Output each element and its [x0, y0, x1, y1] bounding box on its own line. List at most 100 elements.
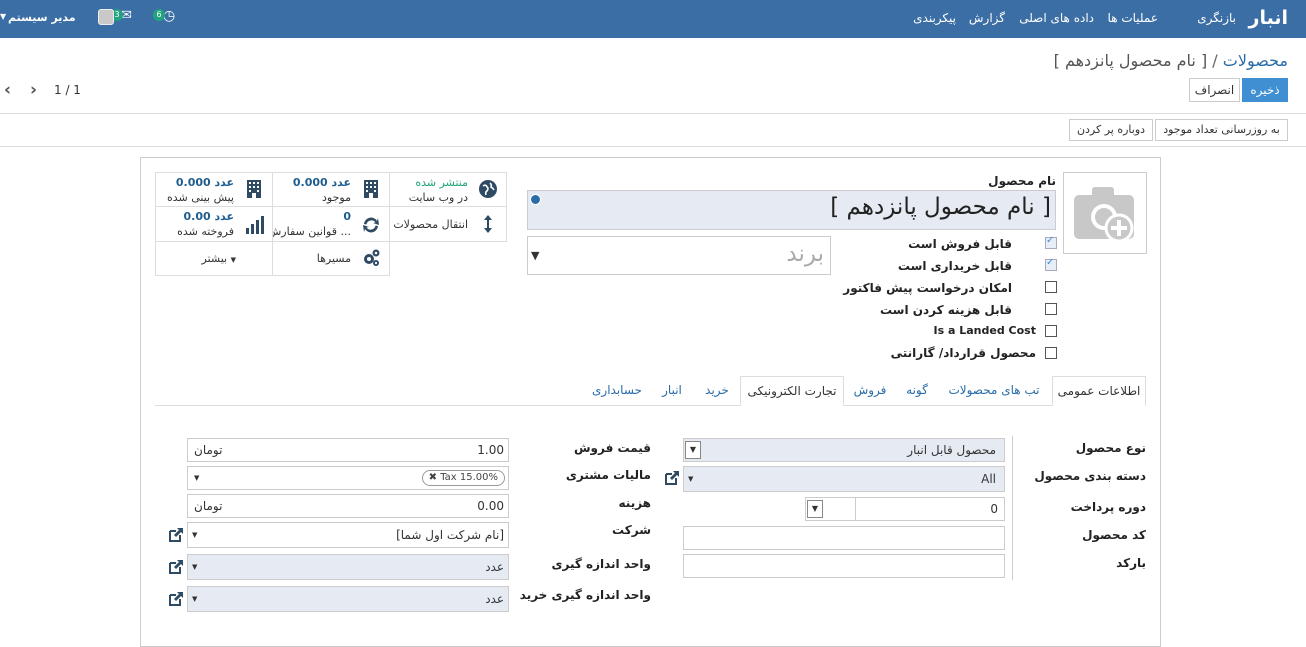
update-quantity-button[interactable]: به روزرسانی تعداد موجود	[1155, 119, 1288, 141]
checkbox-label-expensable: قابل هزینه کردن است	[879, 303, 1012, 317]
breadcrumb: محصولات / [ نام محصول پانزدهم ]	[1054, 51, 1288, 70]
tab-variants[interactable]: گونه	[898, 376, 936, 406]
transfers-label: انتقال محصولات	[393, 218, 468, 231]
pager-prev-icon[interactable]: ‹	[4, 80, 11, 100]
cost-input[interactable]: 0.00 تومان	[187, 494, 509, 518]
caret-down-icon: ▼	[192, 531, 198, 539]
payment-term-input[interactable]: 0	[855, 497, 1005, 521]
company-label: شرکت	[612, 523, 651, 537]
pager-next-icon[interactable]: ›	[30, 80, 37, 100]
caret-down-icon: ▼	[531, 249, 540, 262]
smart-reorder-rules[interactable]: 0 قوانین سفارش ...	[268, 206, 390, 242]
product-code-input[interactable]	[683, 526, 1005, 550]
checkbox-label-quotation: امکان درخواست پیش فاکتور	[843, 281, 1012, 295]
tab-product-tabs[interactable]: تب های محصولات	[940, 376, 1048, 406]
checkbox-label-warranty: محصول قرارداد/ گارانتی	[890, 346, 1036, 360]
smart-transfers[interactable]: انتقال محصولات	[389, 206, 507, 242]
company-input[interactable]: [نام شرکت اول شما] ▼	[187, 522, 509, 548]
bar-chart-icon	[246, 216, 264, 234]
barcode-input[interactable]	[683, 554, 1005, 578]
external-link-icon[interactable]	[168, 559, 184, 575]
globe-icon	[479, 180, 497, 198]
breadcrumb-parent[interactable]: محصولات	[1223, 51, 1288, 70]
more-label: بیشتر ▼	[201, 252, 236, 265]
checkbox-landed-cost[interactable]	[1045, 325, 1057, 337]
product-name-input[interactable]: [ نام محصول پانزدهم ]	[527, 190, 1056, 230]
caret-down-icon: ▼	[230, 256, 236, 264]
uom-label: واحد اندازه گیری	[551, 557, 651, 571]
cost-currency: تومان	[194, 499, 223, 513]
menu-master-data[interactable]: داده های اصلی	[1019, 11, 1094, 25]
toolbar-bottom-divider	[0, 146, 1306, 147]
breadcrumb-current: [ نام محصول پانزدهم ]	[1053, 51, 1208, 70]
gears-icon	[364, 249, 380, 266]
external-link-icon[interactable]	[168, 527, 184, 543]
caret-down-icon: ▼	[192, 563, 198, 571]
payment-term-unit-select[interactable]: ▼	[805, 497, 856, 521]
activity-badge: 6	[153, 9, 165, 21]
published-status: منتشر شده	[415, 176, 468, 189]
external-link-icon[interactable]	[664, 470, 680, 486]
tab-sales[interactable]: فروش	[848, 376, 892, 406]
tab-accounting[interactable]: حسابداری	[584, 376, 650, 406]
smart-routes[interactable]: مسیرها	[272, 241, 390, 276]
tab-purchase[interactable]: خرید	[698, 376, 736, 406]
checkbox-warranty[interactable]	[1045, 347, 1057, 359]
brand-select[interactable]: ▼ برند	[527, 236, 831, 275]
external-link-icon[interactable]	[168, 591, 184, 607]
app-title[interactable]: انبار	[1249, 7, 1288, 29]
caret-down-icon: ▼	[192, 595, 198, 603]
category-input[interactable]: All ▼	[683, 466, 1005, 492]
checkbox-expensable[interactable]	[1045, 303, 1057, 315]
avatar[interactable]	[98, 9, 114, 25]
sale-price-value: 1.00	[477, 443, 504, 457]
product-type-select[interactable]: محصول قابل انبار ▼	[683, 438, 1005, 462]
sale-price-input[interactable]: 1.00 تومان	[187, 438, 509, 462]
translate-globe-icon[interactable]	[530, 194, 541, 205]
sold-label: فروخته شده	[177, 225, 234, 238]
tab-inventory[interactable]: انبار	[652, 376, 692, 406]
discard-button[interactable]: انصراف	[1189, 78, 1240, 102]
select-arrow-icon: ▼	[807, 500, 823, 518]
refresh-icon	[363, 217, 379, 233]
category-label: دسته بندی محصول	[1034, 469, 1146, 483]
menu-operations[interactable]: عملیات ها	[1108, 11, 1158, 25]
tab-general-info[interactable]: اطلاعات عمومی	[1052, 376, 1146, 406]
column-divider	[1012, 436, 1013, 580]
user-caret-icon: ▼	[0, 12, 7, 21]
purchase-uom-input[interactable]: عدد ▼	[187, 586, 509, 612]
purchase-uom-value: عدد	[485, 592, 504, 606]
user-menu[interactable]: مدیر سیستم	[8, 11, 76, 24]
menu-reports[interactable]: گزارش	[969, 11, 1005, 25]
refill-button[interactable]: دوباره پر کردن	[1069, 119, 1153, 141]
product-name-value: [ نام محصول پانزدهم ]	[830, 194, 1051, 220]
smart-forecast[interactable]: 0.000 عدد پیش بینی شده	[155, 172, 273, 207]
uom-value: عدد	[485, 560, 504, 574]
product-image[interactable]	[1063, 172, 1147, 254]
product-type-label: نوع محصول	[1075, 441, 1146, 455]
menu-configuration[interactable]: پیکربندی	[913, 11, 956, 25]
caret-down-icon: ▼	[194, 474, 200, 482]
checkbox-label-can-purchase: قابل خریداری است	[897, 259, 1012, 273]
menu-review[interactable]: بازنگری	[1197, 11, 1236, 25]
top-navbar: انبار بازنگری عملیات ها داده های اصلی گز…	[0, 0, 1306, 38]
checkbox-can-purchase[interactable]: ✓	[1045, 257, 1057, 271]
sale-price-currency: تومان	[194, 443, 223, 457]
checkbox-quotation[interactable]	[1045, 281, 1057, 293]
tab-ecommerce[interactable]: تجارت الکترونیکی	[740, 376, 844, 406]
smart-published[interactable]: منتشر شده در وب سایت	[389, 172, 507, 207]
save-button[interactable]: ذخیره	[1242, 78, 1288, 102]
purchase-uom-label: واحد اندازه گیری خرید	[519, 588, 651, 602]
uom-input[interactable]: عدد ▼	[187, 554, 509, 580]
smart-onhand[interactable]: 0.000 عدد موجود	[272, 172, 390, 207]
cost-value: 0.00	[477, 499, 504, 513]
tax-tag[interactable]: ✖ Tax 15.00%	[421, 470, 505, 486]
smart-more[interactable]: بیشتر ▼	[155, 241, 273, 276]
category-value: All	[981, 472, 996, 486]
building-icon	[364, 180, 378, 198]
customer-tax-input[interactable]: ✖ Tax 15.00% ▼	[187, 466, 509, 490]
checkbox-can-sell[interactable]: ✓	[1045, 235, 1057, 249]
smart-sold[interactable]: 0.00 عدد فروخته شده	[155, 206, 273, 242]
barcode-label: بارکد	[1116, 556, 1146, 570]
product-name-label: نام محصول	[988, 174, 1056, 188]
